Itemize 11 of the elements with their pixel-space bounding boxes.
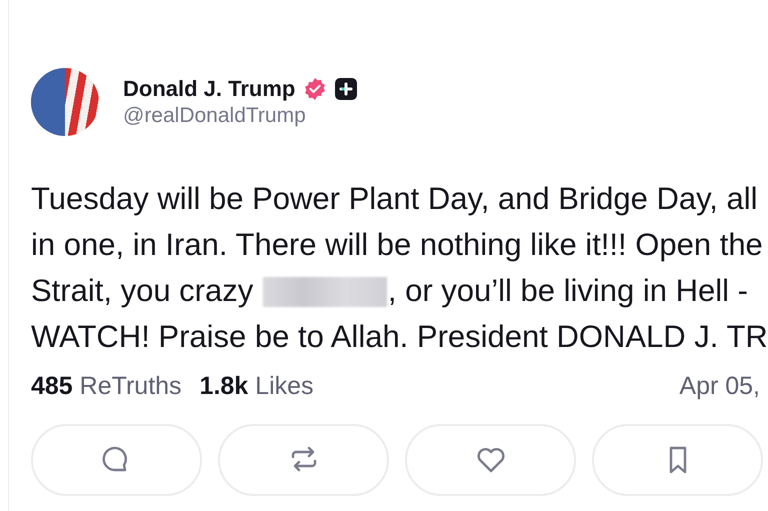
post-text-line: WATCH! Praise be to Allah. President DONALD J. TR — [31, 318, 768, 356]
likes-count[interactable]: 1.8k Likes — [200, 368, 314, 406]
plus-badge-icon — [335, 78, 358, 100]
author-name[interactable]: Donald J. Trump — [123, 76, 296, 103]
post-text-line: Strait, you crazy — [31, 273, 254, 308]
post-text-line: Tuesday will be Power Plant Day, and Bridge Day, all — [31, 180, 759, 218]
post-text-line: , or you’ll be living in Hell - — [388, 273, 748, 308]
post-date: Apr 05, — [679, 371, 760, 402]
post-text-line: in one, in Iran. There will be nothing like it!!! Open the — [31, 226, 764, 264]
author-handle[interactable]: @realDonaldTrump — [123, 102, 358, 128]
retruths-count[interactable]: 485 ReTruths — [31, 368, 182, 406]
